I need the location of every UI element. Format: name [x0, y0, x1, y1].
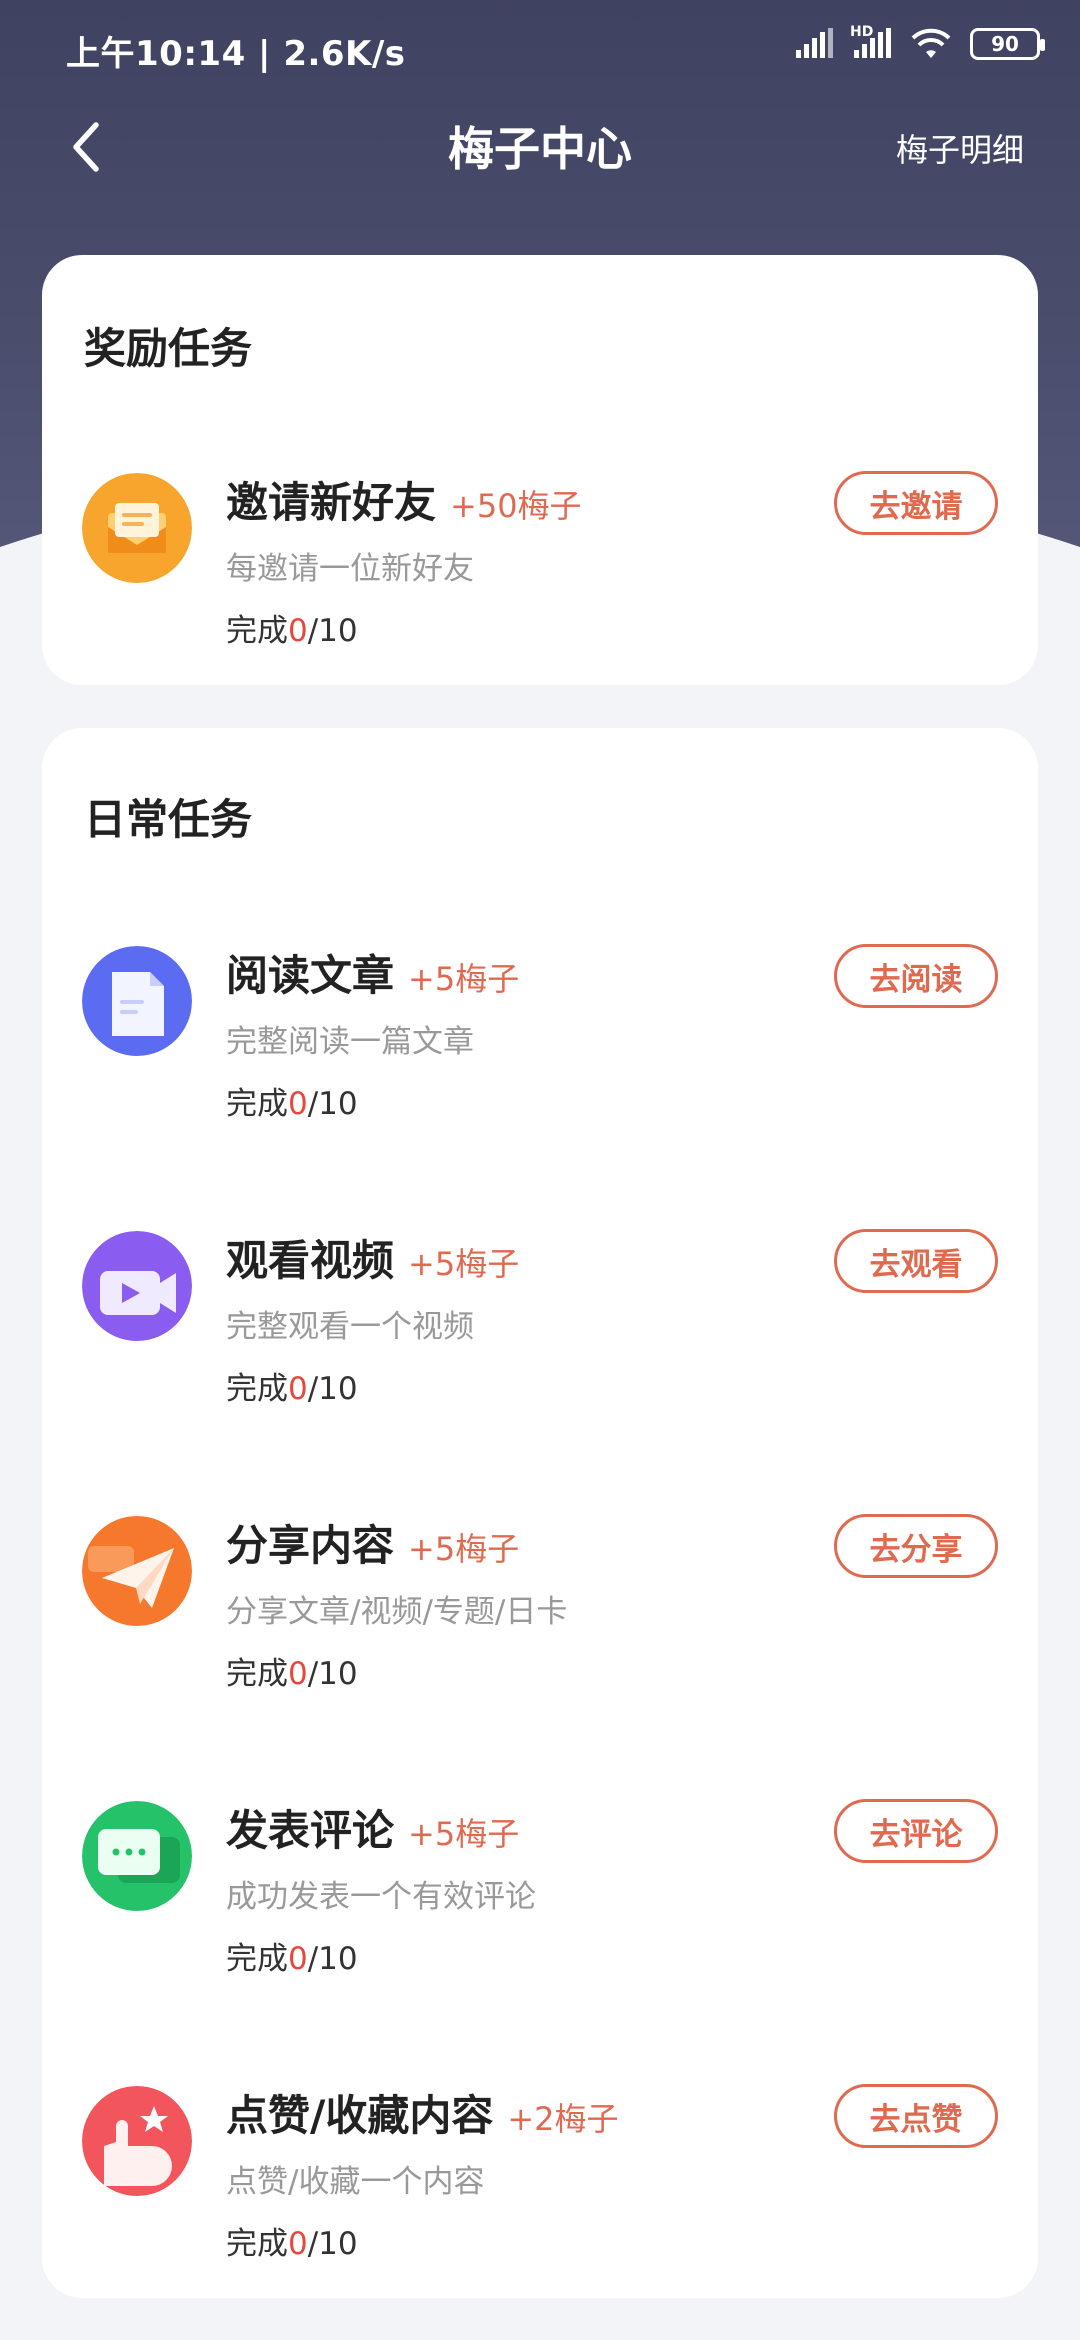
thumbs-up-star-icon [82, 2086, 192, 2196]
task-progress: 完成0/10 [226, 1078, 358, 1123]
document-icon [82, 946, 192, 1056]
progress-done: 0 [288, 1371, 308, 1407]
task-reward: +5梅子 [408, 1245, 520, 1283]
nav-bar: 梅子中心 梅子明细 [0, 95, 1080, 215]
invite-button[interactable]: 去邀请 [834, 471, 998, 535]
task-post-comment: 发表评论 +5梅子 成功发表一个有效评论 完成0/10 去评论 [42, 1799, 1038, 2001]
task-reward: +5梅子 [408, 1815, 520, 1853]
share-button[interactable]: 去分享 [834, 1514, 998, 1578]
progress-total: /10 [307, 2226, 358, 2262]
task-progress: 完成0/10 [226, 1363, 358, 1408]
task-description: 成功发表一个有效评论 [226, 1879, 536, 1915]
progress-total: /10 [307, 1371, 358, 1407]
section-title-daily: 日常任务 [84, 795, 253, 844]
task-reward: +5梅子 [408, 960, 520, 998]
envelope-icon [82, 473, 192, 583]
task-progress: 完成0/10 [226, 605, 358, 650]
watch-button[interactable]: 去观看 [834, 1229, 998, 1293]
task-reward: +2梅子 [507, 2100, 619, 2138]
progress-label: 完成 [226, 1086, 288, 1122]
task-progress: 完成0/10 [226, 1648, 358, 1693]
hd-label: HD [850, 24, 874, 40]
progress-label: 完成 [226, 1656, 288, 1692]
task-reward: +50梅子 [450, 487, 582, 525]
task-description: 点赞/收藏一个内容 [226, 2164, 485, 2200]
progress-done: 0 [288, 1941, 308, 1977]
battery-icon: 90 [970, 28, 1045, 60]
task-description: 分享文章/视频/专题/日卡 [226, 1594, 568, 1630]
video-icon [82, 1231, 192, 1341]
read-button[interactable]: 去阅读 [834, 944, 998, 1008]
task-share-content: 分享内容 +5梅子 分享文章/视频/专题/日卡 完成0/10 去分享 [42, 1514, 1038, 1716]
progress-total: /10 [307, 1086, 358, 1122]
progress-label: 完成 [226, 1941, 288, 1977]
task-name: 阅读文章 +5梅子 [226, 942, 519, 1003]
comment-button[interactable]: 去评论 [834, 1799, 998, 1863]
task-description: 每邀请一位新好友 [226, 551, 474, 587]
progress-total: /10 [307, 1941, 358, 1977]
task-title: 邀请新好友 [226, 478, 437, 527]
status-time-speed: 上午10:14 | 2.6K/s [66, 34, 406, 74]
task-watch-video: 观看视频 +5梅子 完整观看一个视频 完成0/10 去观看 [42, 1229, 1038, 1431]
signal-hd-icon: HD [850, 24, 892, 60]
task-name: 点赞/收藏内容 +2梅子 [226, 2082, 619, 2143]
comment-icon [82, 1801, 192, 1911]
progress-done: 0 [288, 2226, 308, 2262]
progress-done: 0 [288, 1086, 308, 1122]
task-name: 观看视频 +5梅子 [226, 1227, 519, 1288]
task-title: 分享内容 [226, 1521, 395, 1570]
progress-done: 0 [288, 613, 308, 649]
status-bar: 上午10:14 | 2.6K/s HD 90 [0, 0, 1080, 100]
section-title-reward: 奖励任务 [84, 324, 253, 373]
task-progress: 完成0/10 [226, 2218, 358, 2263]
meizi-center-page: 上午10:14 | 2.6K/s HD 90 梅子中心 梅子明细 奖励任务 邀请… [0, 0, 1080, 2340]
task-name: 邀请新好友 +50梅子 [226, 469, 582, 530]
task-read-article: 阅读文章 +5梅子 完整阅读一篇文章 完成0/10 去阅读 [42, 944, 1038, 1146]
task-title: 发表评论 [226, 1806, 395, 1855]
task-name: 发表评论 +5梅子 [226, 1797, 519, 1858]
paper-plane-icon [82, 1516, 192, 1626]
task-title: 点赞/收藏内容 [226, 2091, 494, 2140]
progress-done: 0 [288, 1656, 308, 1692]
progress-label: 完成 [226, 613, 288, 649]
task-reward: +5梅子 [408, 1530, 520, 1568]
task-like-favorite: 点赞/收藏内容 +2梅子 点赞/收藏一个内容 完成0/10 去点赞 [42, 2084, 1038, 2286]
daily-tasks-card: 日常任务 阅读文章 +5梅子 完整阅读一篇文章 完成0/10 去阅读 观看视频 … [42, 728, 1038, 2298]
task-invite-friend: 邀请新好友 +50梅子 每邀请一位新好友 完成0/10 去邀请 [42, 471, 1038, 673]
task-description: 完整阅读一篇文章 [226, 1024, 474, 1060]
meizi-detail-link[interactable]: 梅子明细 [896, 125, 1024, 171]
like-button[interactable]: 去点赞 [834, 2084, 998, 2148]
progress-label: 完成 [226, 1371, 288, 1407]
task-title: 观看视频 [226, 1236, 395, 1285]
progress-total: /10 [307, 613, 358, 649]
wifi-icon [910, 28, 952, 60]
task-description: 完整观看一个视频 [226, 1309, 474, 1345]
task-progress: 完成0/10 [226, 1933, 358, 1978]
task-name: 分享内容 +5梅子 [226, 1512, 519, 1573]
reward-tasks-card: 奖励任务 邀请新好友 +50梅子 每邀请一位新好友 完成0/10 去邀请 [42, 255, 1038, 685]
task-title: 阅读文章 [226, 951, 395, 1000]
status-icons: HD 90 [794, 24, 1045, 60]
signal-icon [794, 28, 834, 60]
progress-total: /10 [307, 1656, 358, 1692]
progress-label: 完成 [226, 2226, 288, 2262]
